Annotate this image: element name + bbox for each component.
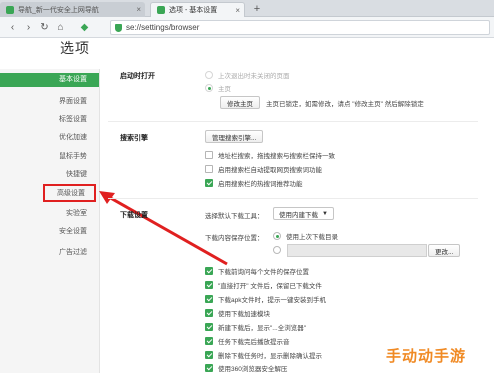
option-text: 下载apk文件时，提示一键安装到手机: [218, 297, 326, 304]
divider: [108, 121, 478, 122]
download-tool-select[interactable]: 使用内建下载 ▼: [273, 207, 334, 220]
startup-option-home[interactable]: 主页: [205, 83, 231, 93]
option-text: 删除下载任务时，显示删除确认提示: [218, 353, 322, 360]
download-path-input[interactable]: [287, 244, 427, 257]
new-tab-button[interactable]: +: [250, 3, 264, 15]
search-option-1[interactable]: 地址栏搜索，拖拽搜索与搜索栏保持一致: [205, 150, 335, 160]
address-bar: ‹ › ↻ ⌂ ◆ se://settings/browser: [0, 17, 494, 38]
security-icon: [115, 23, 122, 32]
close-icon[interactable]: ×: [235, 6, 240, 15]
home-locked-note: 主页已锁定，如需修改，请点 "修改主页" 然后解除锁定: [266, 101, 424, 108]
checkbox-icon[interactable]: [205, 337, 213, 345]
checkbox-icon[interactable]: [205, 351, 213, 359]
option-text: 使用上次下载目录: [286, 234, 338, 241]
startup-option-last[interactable]: 上次退出时未关闭的页面: [205, 70, 290, 80]
sidebar-item-shortcuts[interactable]: 快捷键: [66, 169, 87, 179]
option-text: "直接打开" 文件后，保留已下载文件: [218, 283, 322, 290]
back-icon[interactable]: ‹: [6, 21, 19, 34]
download-label: 下载设置: [120, 212, 148, 219]
checkbox-icon[interactable]: [205, 267, 213, 275]
sidebar-item-lab[interactable]: 实验室: [66, 208, 87, 218]
search-option-2[interactable]: 启用搜索栏自动提取网页搜索词功能: [205, 164, 322, 174]
download-location-custom[interactable]: [273, 246, 286, 254]
chevron-down-icon: ▼: [322, 210, 328, 217]
refresh-icon[interactable]: ↻: [38, 21, 51, 34]
highlight-box: [43, 184, 96, 202]
sidebar-item-mouse-gestures[interactable]: 鼠标手势: [59, 151, 87, 161]
tab-navigation[interactable]: 导航_新一代安全上网导航 ×: [0, 2, 145, 17]
checkbox-icon[interactable]: [205, 309, 213, 317]
checkbox-icon[interactable]: [205, 151, 213, 159]
home-icon[interactable]: ⌂: [54, 21, 67, 34]
url-text: se://settings/browser: [126, 23, 200, 32]
search-option-3[interactable]: 启用搜索栏的热搜词推荐功能: [205, 178, 303, 188]
download-option-2[interactable]: "直接打开" 文件后，保留已下载文件: [205, 280, 322, 290]
checkbox-icon[interactable]: [205, 295, 213, 303]
download-location-last[interactable]: 使用上次下载目录: [273, 231, 338, 241]
download-option-4[interactable]: 使用下载加速模块: [205, 308, 270, 318]
checkbox-icon[interactable]: [205, 179, 213, 187]
download-tool-label: 选择默认下载工具：: [205, 213, 264, 220]
option-text: 新建下载后，显示"...全浏览器": [218, 325, 307, 332]
divider: [108, 198, 478, 199]
tab-title: 导航_新一代安全上网导航: [18, 6, 99, 14]
option-text: 下载前询问每个文件的保存位置: [218, 269, 309, 276]
shield-menu-icon[interactable]: ◆: [78, 21, 91, 34]
option-text: 地址栏搜索，拖拽搜索与搜索栏保持一致: [218, 153, 335, 160]
checkbox-icon[interactable]: [205, 281, 213, 289]
close-icon[interactable]: ×: [136, 5, 141, 14]
tab-title: 选项 - 基本设置: [169, 7, 218, 14]
checkbox-icon[interactable]: [205, 323, 213, 331]
download-option-3[interactable]: 下载apk文件时，提示一键安装到手机: [205, 294, 326, 304]
startup-label: 启动时打开: [120, 73, 155, 80]
sidebar-item-interface[interactable]: 界面设置: [59, 96, 87, 106]
search-label: 搜索引擎: [120, 135, 148, 142]
forward-icon[interactable]: ›: [22, 21, 35, 34]
sidebar-item-adblock[interactable]: 广告过滤: [59, 247, 87, 257]
tab-options[interactable]: 选项 - 基本设置 ×: [150, 2, 245, 17]
option-text: 使用360浏览器安全解压: [218, 366, 288, 373]
sidebar-item-basic[interactable]: 基本设置: [0, 73, 99, 87]
url-input[interactable]: se://settings/browser: [110, 20, 490, 35]
download-option-6[interactable]: 任务下载完后播放提示音: [205, 336, 290, 346]
checkbox-icon[interactable]: [205, 165, 213, 173]
download-option-7[interactable]: 删除下载任务时，显示删除确认提示: [205, 350, 322, 360]
change-path-button[interactable]: 更改...: [428, 244, 461, 257]
checkbox-icon[interactable]: [205, 364, 213, 372]
sidebar-item-security[interactable]: 安全设置: [59, 226, 87, 236]
download-option-8[interactable]: 使用360浏览器安全解压: [205, 363, 287, 373]
option-text: 任务下载完后播放提示音: [218, 339, 290, 346]
download-option-1[interactable]: 下载前询问每个文件的保存位置: [205, 266, 309, 276]
select-value: 使用内建下载: [279, 211, 318, 219]
option-text: 上次退出时未关闭的页面: [218, 73, 290, 80]
favicon-icon: [6, 5, 14, 14]
option-text: 主页: [218, 86, 231, 93]
favicon-icon: [157, 6, 165, 14]
download-option-5[interactable]: 新建下载后，显示"...全浏览器": [205, 322, 306, 332]
option-text: 启用搜索栏自动提取网页搜索词功能: [218, 167, 322, 174]
radio-icon[interactable]: [205, 84, 213, 92]
download-location-label: 下载内容保存位置：: [205, 235, 264, 242]
red-arrow-icon: [99, 191, 228, 266]
watermark: 手动动手游: [386, 348, 467, 365]
option-text: 启用搜索栏的热搜词推荐功能: [218, 181, 303, 188]
sidebar: 基本设置 界面设置 标签设置 优化加速 鼠标手势 快捷键 高级设置 实验室 安全…: [0, 69, 100, 373]
sidebar-item-tabs[interactable]: 标签设置: [59, 114, 87, 124]
option-text: 使用下载加速模块: [218, 311, 270, 318]
tab-strip: 导航_新一代安全上网导航 × 选项 - 基本设置 × +: [0, 0, 494, 17]
radio-icon[interactable]: [273, 246, 281, 254]
radio-icon[interactable]: [273, 232, 281, 240]
page-title: 选项: [60, 40, 90, 56]
modify-home-button[interactable]: 修改主页: [220, 96, 260, 109]
manage-search-button[interactable]: 管理搜索引擎...: [205, 130, 264, 143]
radio-icon[interactable]: [205, 71, 213, 79]
sidebar-item-optimize[interactable]: 优化加速: [59, 132, 87, 142]
